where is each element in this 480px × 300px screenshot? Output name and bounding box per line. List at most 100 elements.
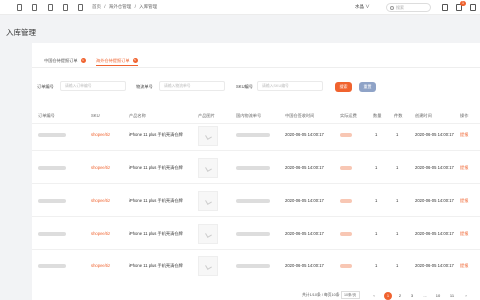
image-placeholder-icon [205,231,212,238]
column-header: 创建时间 [415,113,432,118]
submit-link[interactable]: 提报 [460,132,468,138]
page-button[interactable]: 10 [434,292,442,300]
top-bar: 首页 / 海外仓管理 / 入库管理 水晶 ∨ 搜索 1 [0,0,480,15]
shop-cell: shopee/tiz [91,263,111,268]
product-image [198,126,218,146]
column-header: 中国仓签收时间 [285,113,315,118]
tracking-number-redacted [236,232,270,236]
tracking-number-redacted [236,264,270,268]
product-name-cell: iPhone 11 plus 手机壳清仓牌 [129,165,183,170]
page-button[interactable]: 3 [408,292,416,300]
created-time-cell: 2020-06-05 14:00:17 [415,231,454,236]
created-time-cell: 2020-06-05 14:00:17 [415,263,454,268]
tab-label: 海外仓待提报订单 [96,58,130,63]
tracking-number-input[interactable]: 请输入物流单号 [159,81,225,91]
tracking-number-redacted [236,166,270,170]
created-time-cell: 2020-06-05 14:00:17 [415,165,454,170]
row-divider [32,249,480,250]
breadcrumb-item[interactable]: 首页 [92,4,101,9]
quantity-cell: 1 [375,132,378,137]
quantity-cell: 1 [375,231,378,236]
tab-china-warehouse[interactable]: 中国仓待提报订单 1 [44,55,86,66]
submit-link[interactable]: 提报 [460,231,468,237]
shop-cell: shopee/tiz [91,231,111,236]
freight-redacted [340,232,352,236]
tracking-number-label: 物流单号 [136,84,153,89]
header-divider [32,123,480,124]
search-placeholder: 搜索 [396,5,404,10]
breadcrumb-item: 入库管理 [139,4,158,9]
prev-page-button[interactable]: ‹ [370,292,378,300]
row-divider [32,216,480,217]
tab-badge: 5 [132,58,138,64]
window-icon[interactable] [78,4,83,11]
signed-time-cell: 2020-06-05 14:00:17 [285,198,324,203]
created-time-cell: 2020-06-05 14:00:17 [415,132,454,137]
breadcrumb-item[interactable]: 海外仓管理 [109,4,132,9]
column-header: 产品名称 [129,113,146,118]
pieces-cell: 1 [396,132,399,137]
tracking-number-redacted [236,133,270,137]
signed-time-cell: 2020-06-05 14:00:17 [285,165,324,170]
window-icon[interactable] [63,4,68,11]
breadcrumb: 首页 / 海外仓管理 / 入库管理 [92,4,159,10]
page-ellipsis: ... [423,293,427,298]
submit-link[interactable]: 提报 [460,165,468,171]
tab-badge: 1 [80,58,86,64]
created-time-cell: 2020-06-05 14:00:17 [415,198,454,203]
page-button[interactable]: 2 [396,292,404,300]
shop-cell: shopee/tiz [91,165,111,170]
column-header: SKU [91,113,100,118]
column-header: 国内物流单号 [236,113,262,118]
image-placeholder-icon [205,263,212,270]
column-header: 订单编号 [38,113,55,118]
product-image [198,256,218,276]
submit-link[interactable]: 提报 [460,263,468,269]
order-number-redacted [38,133,66,137]
user-icon[interactable] [470,4,476,11]
signed-time-cell: 2020-06-05 14:00:17 [285,263,324,268]
tracking-number-redacted [236,199,270,203]
store-switcher[interactable]: 水晶 ∨ [355,4,370,10]
shop-cell: shopee/tiz [91,132,111,137]
column-header: 操作 [460,113,469,118]
window-icon[interactable] [17,4,22,11]
image-placeholder-icon [205,198,212,205]
search-input[interactable]: 搜索 [386,3,431,12]
page-size-select[interactable]: 10条/页 [341,291,360,299]
image-placeholder-icon [205,165,212,172]
product-image [198,191,218,211]
freight-redacted [340,264,352,268]
tab-overseas-warehouse[interactable]: 海外仓待提报订单 5 [96,55,138,66]
freight-redacted [340,166,352,170]
page-button[interactable]: 1 [384,292,392,300]
row-divider [32,150,480,151]
submit-link[interactable]: 提报 [460,198,468,204]
sku-label: SKU编号 [236,84,253,89]
quantity-cell: 1 [375,165,378,170]
order-number-label: 订单编号 [37,84,54,89]
search-button[interactable]: 搜索 [335,82,352,92]
order-number-redacted [38,264,66,268]
message-icon[interactable] [442,4,448,11]
freight-redacted [340,199,352,203]
product-image [198,224,218,244]
notification-badge: 1 [460,1,466,6]
quantity-cell: 1 [375,198,378,203]
next-page-button[interactable]: › [462,292,470,300]
breadcrumb-separator: / [134,4,136,9]
pieces-cell: 1 [396,263,399,268]
page-button[interactable]: 11 [448,292,456,300]
window-icon[interactable] [48,4,53,11]
product-name-cell: iPhone 11 plus 手机壳清仓牌 [129,263,183,268]
column-header: 件数 [394,113,403,118]
order-number-input[interactable]: 请输入订单编号 [60,81,126,91]
window-icon[interactable] [32,4,37,11]
sku-input[interactable]: 请输入SKU编号 [257,81,323,91]
order-number-redacted [38,199,66,203]
column-header: 实际运费 [340,113,357,118]
page-title: 入库管理 [6,28,36,37]
quantity-cell: 1 [375,263,378,268]
reset-button[interactable]: 重置 [359,82,376,92]
shop-cell: shopee/tiz [91,198,111,203]
